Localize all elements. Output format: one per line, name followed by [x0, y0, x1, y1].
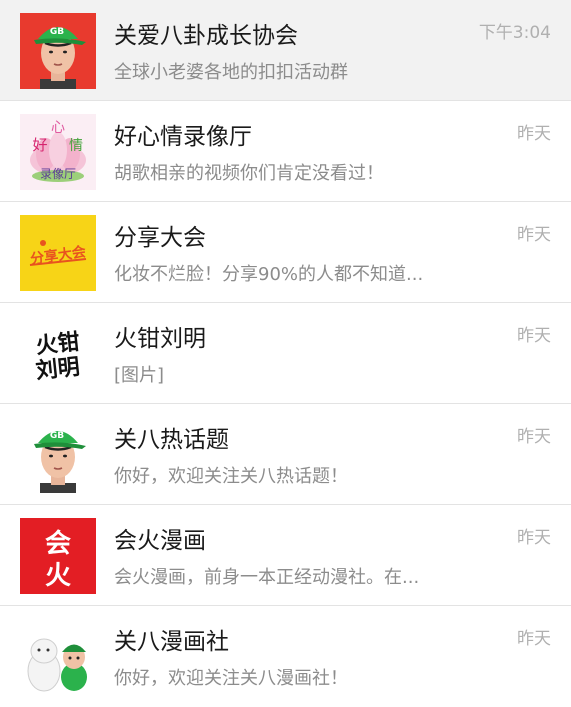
chat-time: 昨天 [517, 124, 551, 144]
logo-char-top: 会 [45, 529, 71, 559]
chat-list: GB 关爱八卦成长协会 全球小老婆各地的扣扣活动群 下午3:04 好 心 情 录… [0, 0, 571, 707]
chat-name: 火钳刘明 [114, 326, 206, 352]
cap-label: GB [50, 27, 64, 37]
chat-preview: 胡歌相亲的视频你们肯定没看过！ [114, 163, 384, 184]
chat-item-haoxinqing[interactable]: 好 心 情 录像厅 好心情录像厅 胡歌相亲的视频你们肯定没看过！ 昨天 [0, 101, 571, 202]
chat-item-huihuo-manhua[interactable]: 会 火 会火漫画 会火漫画，前身一本正经动漫社。在... 昨天 [0, 505, 571, 606]
chat-time: 昨天 [517, 326, 551, 346]
red-logo-avatar: 会 火 [20, 518, 96, 594]
chat-time: 昨天 [517, 629, 551, 649]
chat-item-guanai-bagua[interactable]: GB 关爱八卦成长协会 全球小老婆各地的扣扣活动群 下午3:04 [0, 0, 571, 101]
chat-name: 分享大会 [114, 225, 206, 251]
logo-char-bottom: 火 [45, 561, 71, 591]
chat-item-guanba-rehuati[interactable]: GB 关八热话题 你好，欢迎关注关八热话题！ 昨天 [0, 404, 571, 505]
chat-preview: [图片] [114, 365, 165, 386]
cap-label: GB [50, 431, 64, 441]
chat-preview: 全球小老婆各地的扣扣活动群 [114, 62, 348, 83]
chat-time: 昨天 [517, 427, 551, 447]
chat-time: 昨天 [517, 528, 551, 548]
chat-time: 下午3:04 [478, 23, 551, 43]
logo-text: 分享大会 [29, 243, 88, 268]
chat-preview: 化妆不烂脸！分享90%的人都不知道... [114, 264, 424, 285]
calligraphy-avatar: 火钳 刘明 [20, 316, 96, 392]
chat-time: 昨天 [517, 225, 551, 245]
lotus-avatar: 好 心 情 录像厅 [20, 114, 96, 190]
logo-char: 情 [69, 138, 83, 154]
cartoon-avatar [20, 619, 96, 695]
chat-name: 关八热话题 [114, 427, 229, 453]
chat-preview: 会火漫画，前身一本正经动漫社。在... [114, 567, 420, 588]
logo-char: 好 [32, 136, 47, 154]
chat-item-guanba-manhuashe[interactable]: 关八漫画社 你好，欢迎关注关八漫画社！ 昨天 [0, 606, 571, 707]
cap-man-red-avatar: GB [20, 13, 96, 89]
chat-name: 关爱八卦成长协会 [114, 23, 298, 49]
chat-preview: 你好，欢迎关注关八漫画社！ [114, 668, 348, 689]
chat-name: 关八漫画社 [114, 629, 229, 655]
chat-item-huoqian-liuming[interactable]: 火钳 刘明 火钳刘明 [图片] 昨天 [0, 303, 571, 404]
chat-name: 会火漫画 [114, 528, 206, 554]
yellow-logo-avatar: 分享大会 [20, 215, 96, 291]
cap-man-avatar: GB [20, 417, 96, 493]
chat-preview: 你好，欢迎关注关八热话题！ [114, 466, 348, 487]
logo-text: 录像厅 [40, 167, 76, 181]
chat-item-fenxiang-dahui[interactable]: 分享大会 分享大会 化妆不烂脸！分享90%的人都不知道... 昨天 [0, 202, 571, 303]
logo-char: 心 [51, 120, 65, 136]
logo-text-bottom: 刘明 [35, 354, 81, 384]
chat-name: 好心情录像厅 [114, 124, 252, 150]
